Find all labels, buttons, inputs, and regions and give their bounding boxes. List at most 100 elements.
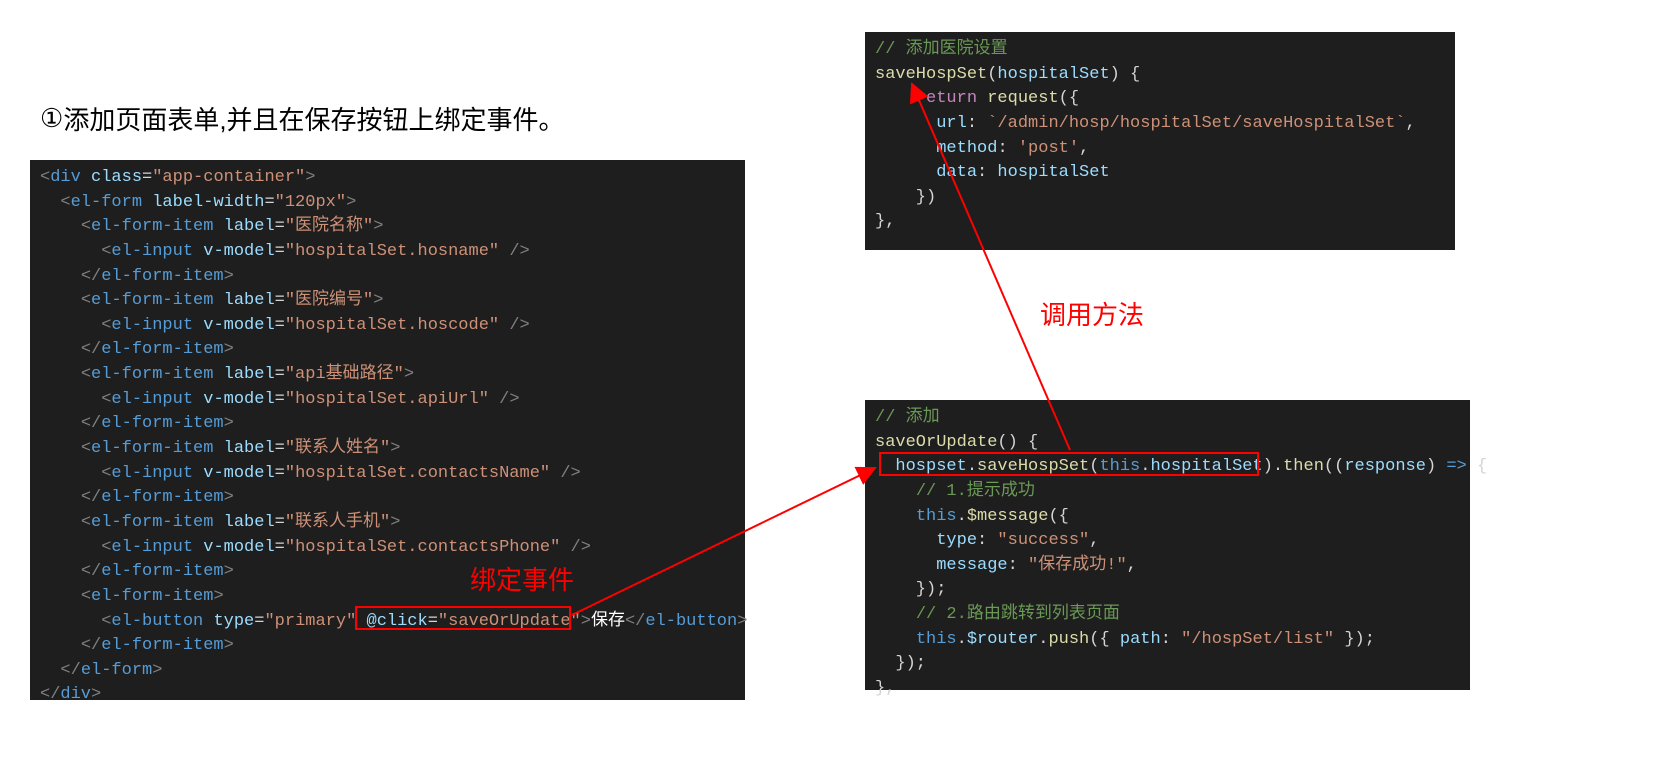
code-token: /> — [499, 242, 530, 261]
code-token: /> — [499, 316, 530, 335]
code-token: path — [1120, 630, 1161, 649]
code-token: { — [1467, 457, 1487, 476]
code-line: saveHospSet(hospitalSet) { — [875, 63, 1445, 88]
code-line: <el-form-item> — [40, 585, 735, 610]
code-token: el-form-item — [91, 291, 213, 310]
code-token: /> — [560, 538, 591, 557]
code-token: el-button — [111, 612, 203, 631]
code-line: </el-form-item> — [40, 560, 735, 585]
code-token: = — [428, 612, 438, 631]
code-token: v-model — [203, 390, 274, 409]
code-token: </ — [81, 636, 101, 655]
code-token: label — [224, 217, 275, 236]
code-token: = — [275, 390, 285, 409]
code-token: => — [1446, 457, 1466, 476]
code-token: hospset — [895, 457, 966, 476]
code-token: label — [224, 439, 275, 458]
code-line: <el-input v-model="hospitalSet.contactsN… — [40, 462, 735, 487]
code-token — [213, 513, 223, 532]
code-line: <el-input v-model="hospitalSet.hosname" … — [40, 240, 735, 265]
code-token: </ — [81, 340, 101, 359]
code-token: < — [81, 439, 91, 458]
code-token: </ — [81, 488, 101, 507]
code-token — [81, 168, 91, 187]
code-token: label-width — [152, 193, 264, 212]
code-line: <el-form-item label="医院名称"> — [40, 215, 735, 240]
code-line: </el-form> — [40, 659, 735, 684]
code-token — [193, 390, 203, 409]
code-line: message: "保存成功!", — [875, 554, 1460, 579]
code-token — [40, 587, 81, 606]
code-token: method — [936, 139, 997, 158]
code-token — [40, 636, 81, 655]
code-token: ( — [987, 65, 997, 84]
code-token — [40, 562, 81, 581]
code-block-template: <div class="app-container"> <el-form lab… — [30, 160, 745, 700]
code-token — [875, 482, 916, 501]
code-token: > — [404, 365, 414, 384]
code-token: label — [224, 291, 275, 310]
code-token: ({ — [1089, 630, 1120, 649]
code-line: this.$router.push({ path: "/hospSet/list… — [875, 628, 1460, 653]
code-token — [40, 316, 101, 335]
code-token — [875, 114, 936, 133]
code-token — [875, 163, 936, 182]
code-token: > — [581, 612, 591, 631]
code-token: > — [346, 193, 356, 212]
code-token — [213, 217, 223, 236]
code-token: "hospitalSet.apiUrl" — [285, 390, 489, 409]
code-token: > — [152, 661, 162, 680]
code-token: = — [275, 513, 285, 532]
code-token: el-form — [81, 661, 152, 680]
code-token: = — [275, 538, 285, 557]
code-token: saveHospSet — [977, 457, 1089, 476]
code-token: < — [81, 365, 91, 384]
code-token: "app-container" — [152, 168, 305, 187]
code-token — [40, 439, 81, 458]
code-token: // 添加医院设置 — [875, 40, 1008, 59]
code-token — [40, 488, 81, 507]
code-token: : — [977, 163, 987, 182]
code-token: el-form-item — [91, 217, 213, 236]
code-token: $router — [967, 630, 1038, 649]
code-token: 保存 — [591, 612, 625, 631]
code-token: el-form-item — [101, 488, 223, 507]
code-token — [40, 193, 60, 212]
code-token: "医院编号" — [285, 291, 373, 310]
code-token: el-form-item — [91, 587, 213, 606]
code-token — [142, 193, 152, 212]
code-token: hospitalSet — [987, 163, 1109, 182]
code-token: </ — [60, 661, 80, 680]
code-token: ( — [1089, 457, 1099, 476]
code-token: el-form-item — [101, 340, 223, 359]
code-token: el-input — [111, 242, 193, 261]
code-token: saveOrUpdate — [875, 433, 997, 452]
code-token: ({ — [1059, 89, 1079, 108]
code-token — [356, 612, 366, 631]
code-token — [40, 365, 81, 384]
code-token: $message — [967, 507, 1049, 526]
code-token: > — [390, 439, 400, 458]
code-token: // 2.路由跳转到列表页面 — [916, 605, 1120, 624]
code-token: "primary" — [264, 612, 356, 631]
code-token — [193, 316, 203, 335]
code-line: <el-form-item label="api基础路径"> — [40, 363, 735, 388]
code-line: }, — [875, 210, 1445, 235]
code-token: > — [373, 291, 383, 310]
code-token: > — [213, 587, 223, 606]
code-token: "医院名称" — [285, 217, 373, 236]
code-token — [40, 538, 101, 557]
code-line: }); — [875, 652, 1460, 677]
code-token: > — [224, 414, 234, 433]
code-line: <el-input v-model="hospitalSet.hoscode" … — [40, 314, 735, 339]
code-token: this — [916, 630, 957, 649]
code-token: el-form-item — [91, 513, 213, 532]
code-line: <el-input v-model="hospitalSet.contactsP… — [40, 536, 735, 561]
code-token: v-model — [203, 242, 274, 261]
code-token: }); — [1334, 630, 1375, 649]
code-token: > — [224, 562, 234, 581]
code-token — [193, 538, 203, 557]
code-token: "联系人手机" — [285, 513, 390, 532]
code-token: `/admin/hosp/hospitalSet/saveHospitalSet… — [977, 114, 1405, 133]
code-line: // 1.提示成功 — [875, 480, 1460, 505]
